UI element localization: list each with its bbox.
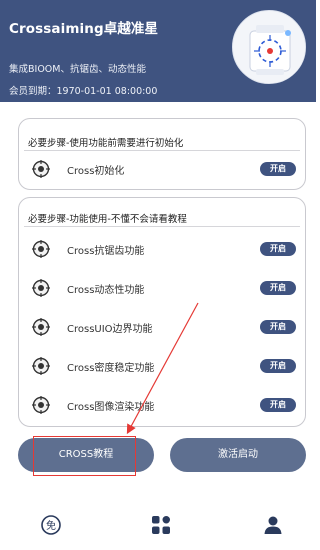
init-card-title: 必要步骤-使用功能前需要进行初始化 <box>28 138 184 149</box>
crosshair-icon <box>32 279 50 297</box>
toggle-uio-boundary-button[interactable]: 开启 <box>260 320 296 334</box>
crosshair-icon <box>32 396 50 414</box>
feature-label: Cross抗锯齿功能 <box>67 246 145 257</box>
init-card: 必要步骤-使用功能前需要进行初始化 Cross初始化 开启 <box>18 118 306 190</box>
crosshair-icon <box>32 318 50 336</box>
crosshair-logo-icon <box>235 13 305 83</box>
feature-row-density: Cross密度稳定功能 开启 <box>19 354 305 378</box>
features-card-title: 必要步骤-功能使用-不懂不会请看教程 <box>28 214 187 225</box>
free-icon[interactable]: 免 <box>40 514 62 536</box>
feature-label: Cross密度稳定功能 <box>67 363 155 374</box>
feature-row-antialias: Cross抗锯齿功能 开启 <box>19 237 305 261</box>
divider <box>24 226 300 227</box>
feature-row-rendering: Cross图像渲染功能 开启 <box>19 393 305 417</box>
toggle-init-button[interactable]: 开启 <box>260 162 296 176</box>
toggle-dynamic-button[interactable]: 开启 <box>260 281 296 295</box>
crosshair-icon <box>32 240 50 258</box>
feature-summary: 集成BIOOM、抗锯齿、动态性能 <box>9 64 146 75</box>
divider <box>24 150 300 151</box>
feature-label: Cross图像渲染功能 <box>67 402 155 413</box>
toggle-antialias-button[interactable]: 开启 <box>260 242 296 256</box>
apps-grid-icon[interactable] <box>150 514 172 536</box>
feature-label: Cross动态性功能 <box>67 285 145 296</box>
activate-button[interactable]: 激活启动 <box>170 438 306 472</box>
app-logo <box>232 10 306 84</box>
feature-row-dynamic: Cross动态性功能 开启 <box>19 276 305 300</box>
toggle-rendering-button[interactable]: 开启 <box>260 398 296 412</box>
user-icon[interactable] <box>262 514 284 536</box>
cross-tutorial-button[interactable]: CROSS教程 <box>18 438 154 472</box>
toggle-density-button[interactable]: 开启 <box>260 359 296 373</box>
features-card: 必要步骤-功能使用-不懂不会请看教程 Cross抗锯齿功能 开启 Cross动态… <box>18 197 306 427</box>
feature-row-uio-boundary: CrossUIO边界功能 开启 <box>19 315 305 339</box>
crosshair-icon <box>32 160 50 178</box>
crosshair-icon <box>32 357 50 375</box>
feature-row-init: Cross初始化 开启 <box>19 157 305 181</box>
app-header: Crossaiming卓越准星 集成BIOOM、抗锯齿、动态性能 会员到期：19… <box>0 0 316 102</box>
feature-label: CrossUIO边界功能 <box>67 324 153 335</box>
app-title: Crossaiming卓越准星 <box>9 21 159 37</box>
feature-label: Cross初始化 <box>67 166 125 177</box>
membership-expiry: 会员到期：1970-01-01 08:00:00 <box>9 86 158 97</box>
free-icon-glyph: 免 <box>46 519 56 532</box>
